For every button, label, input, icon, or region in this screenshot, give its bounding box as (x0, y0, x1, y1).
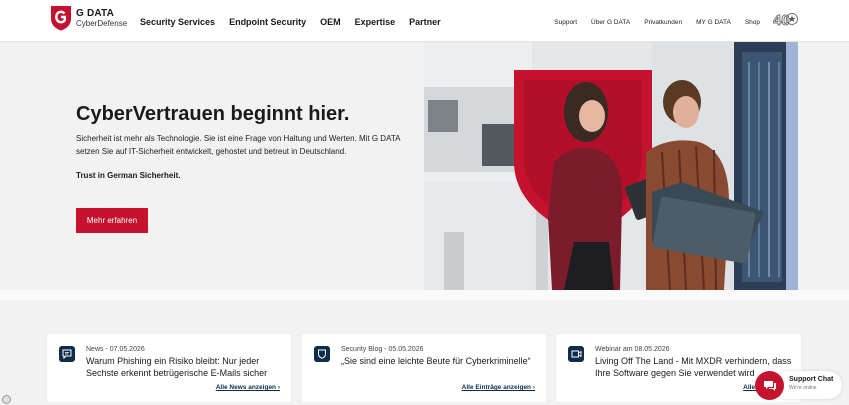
brand-name: G DATA (76, 7, 115, 19)
util-private-customers[interactable]: Privatkunden (644, 19, 682, 26)
util-support[interactable]: Support (554, 19, 577, 26)
utility-navigation: Support Über G DATA Privatkunden MY G DA… (554, 19, 760, 26)
hero-tagline: Trust in German Sicherheit. (76, 171, 181, 180)
all-entries-link[interactable]: Alle Einträge anzeigen › (462, 384, 535, 391)
hero-section (0, 42, 424, 290)
hero-title: CyberVertrauen beginnt hier. (76, 103, 350, 125)
gdata-shield-logo-icon (51, 6, 71, 31)
util-about[interactable]: Über G DATA (591, 19, 630, 26)
nav-partner[interactable]: Partner (409, 17, 441, 27)
util-my-gdata[interactable]: MY G DATA (696, 19, 731, 26)
support-chat-title: Support Chat (789, 376, 834, 383)
util-shop[interactable]: Shop (745, 19, 760, 26)
svg-text:40: 40 (773, 12, 790, 29)
shield-icon (314, 346, 330, 362)
support-chat-button[interactable] (755, 371, 784, 400)
chat-bubble-icon (763, 380, 776, 391)
hero-right-gutter (798, 42, 849, 290)
card-meta: News - 07.05.2026 (86, 346, 145, 353)
anniversary-40-icon: 40 (773, 12, 798, 29)
card-title[interactable]: „Sie sind eine leichte Beute für Cyberkr… (341, 356, 541, 368)
support-chat-status: We're online (789, 385, 817, 391)
section-divider (0, 290, 849, 300)
brand-subtitle: CyberDefense (76, 18, 128, 28)
nav-security-services[interactable]: Security Services (140, 17, 215, 27)
learn-more-button[interactable]: Mehr erfahren (76, 208, 148, 233)
support-chat-box[interactable]: Support Chat We're online (782, 371, 842, 399)
all-news-link[interactable]: Alle News anzeigen › (216, 384, 280, 391)
nav-oem[interactable]: OEM (320, 17, 341, 27)
nav-expertise[interactable]: Expertise (355, 17, 396, 27)
gdata-logo[interactable]: G DATA CyberDefense (50, 5, 127, 31)
card-meta: Webinar am 08.05.2026 (595, 346, 670, 353)
main-navigation: Security Services Endpoint Security OEM … (140, 17, 441, 27)
accessibility-icon[interactable] (2, 395, 11, 404)
site-header: G DATA CyberDefense Security Services En… (0, 0, 849, 42)
video-icon (568, 346, 584, 362)
nav-endpoint-security[interactable]: Endpoint Security (229, 17, 306, 27)
hero-image (424, 42, 798, 290)
chat-news-icon (59, 346, 75, 362)
hero-description: Sicherheit ist mehr als Technologie. Sie… (76, 134, 401, 156)
card-title[interactable]: Warum Phishing ein Risiko bleibt: Nur je… (86, 356, 286, 379)
card-meta: Security Blog - 05.05.2026 (341, 346, 424, 353)
news-card[interactable]: News - 07.05.2026 Warum Phishing ein Ris… (47, 334, 291, 402)
blog-card[interactable]: Security Blog - 05.05.2026 „Sie sind ein… (302, 334, 546, 402)
